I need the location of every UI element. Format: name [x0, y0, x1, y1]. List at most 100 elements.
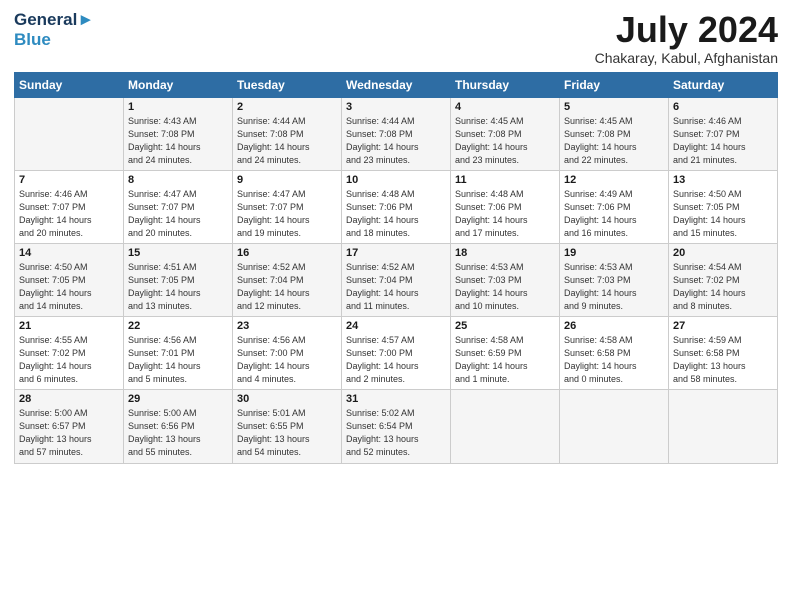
weekday-header-wednesday: Wednesday [342, 72, 451, 97]
day-number: 17 [346, 247, 446, 259]
day-info: Sunrise: 4:46 AM Sunset: 7:07 PM Dayligh… [673, 115, 773, 167]
day-info: Sunrise: 4:46 AM Sunset: 7:07 PM Dayligh… [19, 188, 119, 240]
day-cell: 26 Sunrise: 4:58 AM Sunset: 6:58 PM Dayli… [560, 317, 669, 390]
day-info: Sunrise: 4:51 AM Sunset: 7:05 PM Dayligh… [128, 261, 228, 313]
day-number: 31 [346, 393, 446, 405]
header: General► Blue July 2024 Chakaray, Kabul,… [14, 10, 778, 66]
day-info: Sunrise: 5:01 AM Sunset: 6:55 PM Dayligh… [237, 407, 337, 459]
day-info: Sunrise: 4:44 AM Sunset: 7:08 PM Dayligh… [237, 115, 337, 167]
day-number: 13 [673, 174, 773, 186]
day-info: Sunrise: 4:58 AM Sunset: 6:58 PM Dayligh… [564, 334, 664, 386]
day-cell: 10 Sunrise: 4:48 AM Sunset: 7:06 PM Dayli… [342, 170, 451, 243]
day-number: 26 [564, 320, 664, 332]
day-info: Sunrise: 4:56 AM Sunset: 7:00 PM Dayligh… [237, 334, 337, 386]
day-number: 12 [564, 174, 664, 186]
day-number: 28 [19, 393, 119, 405]
day-cell: 1 Sunrise: 4:43 AM Sunset: 7:08 PM Daylig… [124, 97, 233, 170]
day-cell: 25 Sunrise: 4:58 AM Sunset: 6:59 PM Dayli… [451, 317, 560, 390]
day-cell: 31 Sunrise: 5:02 AM Sunset: 6:54 PM Dayli… [342, 390, 451, 463]
day-number: 3 [346, 101, 446, 113]
week-row-0: 1 Sunrise: 4:43 AM Sunset: 7:08 PM Daylig… [15, 97, 778, 170]
day-info: Sunrise: 4:53 AM Sunset: 7:03 PM Dayligh… [564, 261, 664, 313]
day-cell [669, 390, 778, 463]
day-number: 20 [673, 247, 773, 259]
week-row-1: 7Sunrise: 4:46 AM Sunset: 7:07 PM Daylig… [15, 170, 778, 243]
day-info: Sunrise: 4:47 AM Sunset: 7:07 PM Dayligh… [237, 188, 337, 240]
day-cell: 8Sunrise: 4:47 AM Sunset: 7:07 PM Daylig… [124, 170, 233, 243]
day-cell [15, 97, 124, 170]
day-info: Sunrise: 4:50 AM Sunset: 7:05 PM Dayligh… [19, 261, 119, 313]
day-cell: 3 Sunrise: 4:44 AM Sunset: 7:08 PM Daylig… [342, 97, 451, 170]
day-number: 15 [128, 247, 228, 259]
day-cell: 7Sunrise: 4:46 AM Sunset: 7:07 PM Daylig… [15, 170, 124, 243]
day-number: 10 [346, 174, 446, 186]
day-cell: 30 Sunrise: 5:01 AM Sunset: 6:55 PM Dayli… [233, 390, 342, 463]
day-info: Sunrise: 5:02 AM Sunset: 6:54 PM Dayligh… [346, 407, 446, 459]
day-cell [451, 390, 560, 463]
day-cell: 19 Sunrise: 4:53 AM Sunset: 7:03 PM Dayli… [560, 243, 669, 316]
title-block: July 2024 Chakaray, Kabul, Afghanistan [595, 10, 778, 66]
day-info: Sunrise: 4:52 AM Sunset: 7:04 PM Dayligh… [346, 261, 446, 313]
day-number: 14 [19, 247, 119, 259]
day-info: Sunrise: 4:48 AM Sunset: 7:06 PM Dayligh… [346, 188, 446, 240]
day-number: 23 [237, 320, 337, 332]
day-info: Sunrise: 4:50 AM Sunset: 7:05 PM Dayligh… [673, 188, 773, 240]
weekday-header-saturday: Saturday [669, 72, 778, 97]
month-year: July 2024 [595, 10, 778, 50]
day-info: Sunrise: 4:53 AM Sunset: 7:03 PM Dayligh… [455, 261, 555, 313]
day-cell [560, 390, 669, 463]
weekday-header-friday: Friday [560, 72, 669, 97]
day-info: Sunrise: 4:57 AM Sunset: 7:00 PM Dayligh… [346, 334, 446, 386]
day-cell: 20 Sunrise: 4:54 AM Sunset: 7:02 PM Dayli… [669, 243, 778, 316]
day-number: 11 [455, 174, 555, 186]
day-cell: 12Sunrise: 4:49 AM Sunset: 7:06 PM Dayli… [560, 170, 669, 243]
day-cell: 29 Sunrise: 5:00 AM Sunset: 6:56 PM Dayli… [124, 390, 233, 463]
location: Chakaray, Kabul, Afghanistan [595, 50, 778, 66]
day-number: 19 [564, 247, 664, 259]
day-number: 25 [455, 320, 555, 332]
day-cell: 13 Sunrise: 4:50 AM Sunset: 7:05 PM Dayli… [669, 170, 778, 243]
day-number: 4 [455, 101, 555, 113]
day-cell: 27Sunrise: 4:59 AM Sunset: 6:58 PM Dayli… [669, 317, 778, 390]
day-number: 24 [346, 320, 446, 332]
day-number: 2 [237, 101, 337, 113]
day-info: Sunrise: 4:48 AM Sunset: 7:06 PM Dayligh… [455, 188, 555, 240]
day-info: Sunrise: 4:58 AM Sunset: 6:59 PM Dayligh… [455, 334, 555, 386]
day-number: 29 [128, 393, 228, 405]
weekday-header-thursday: Thursday [451, 72, 560, 97]
day-cell: 14 Sunrise: 4:50 AM Sunset: 7:05 PM Dayli… [15, 243, 124, 316]
day-info: Sunrise: 4:45 AM Sunset: 7:08 PM Dayligh… [455, 115, 555, 167]
day-info: Sunrise: 5:00 AM Sunset: 6:56 PM Dayligh… [128, 407, 228, 459]
week-row-4: 28Sunrise: 5:00 AM Sunset: 6:57 PM Dayli… [15, 390, 778, 463]
day-number: 6 [673, 101, 773, 113]
weekday-header-tuesday: Tuesday [233, 72, 342, 97]
day-cell: 9 Sunrise: 4:47 AM Sunset: 7:07 PM Daylig… [233, 170, 342, 243]
day-info: Sunrise: 4:43 AM Sunset: 7:08 PM Dayligh… [128, 115, 228, 167]
day-info: Sunrise: 4:47 AM Sunset: 7:07 PM Dayligh… [128, 188, 228, 240]
day-number: 5 [564, 101, 664, 113]
day-cell: 23 Sunrise: 4:56 AM Sunset: 7:00 PM Dayli… [233, 317, 342, 390]
day-cell: 18 Sunrise: 4:53 AM Sunset: 7:03 PM Dayli… [451, 243, 560, 316]
day-number: 1 [128, 101, 228, 113]
day-number: 18 [455, 247, 555, 259]
day-info: Sunrise: 4:54 AM Sunset: 7:02 PM Dayligh… [673, 261, 773, 313]
day-info: Sunrise: 4:44 AM Sunset: 7:08 PM Dayligh… [346, 115, 446, 167]
day-number: 30 [237, 393, 337, 405]
logo: General► Blue [14, 10, 94, 49]
day-number: 9 [237, 174, 337, 186]
day-number: 21 [19, 320, 119, 332]
weekday-header-sunday: Sunday [15, 72, 124, 97]
day-cell: 24 Sunrise: 4:57 AM Sunset: 7:00 PM Dayli… [342, 317, 451, 390]
logo-blue: Blue [14, 30, 94, 50]
day-cell: 21Sunrise: 4:55 AM Sunset: 7:02 PM Dayli… [15, 317, 124, 390]
day-cell: 16Sunrise: 4:52 AM Sunset: 7:04 PM Dayli… [233, 243, 342, 316]
day-info: Sunrise: 4:56 AM Sunset: 7:01 PM Dayligh… [128, 334, 228, 386]
logo-general: General► [14, 10, 94, 30]
day-cell: 5 Sunrise: 4:45 AM Sunset: 7:08 PM Daylig… [560, 97, 669, 170]
day-info: Sunrise: 4:45 AM Sunset: 7:08 PM Dayligh… [564, 115, 664, 167]
day-number: 22 [128, 320, 228, 332]
day-number: 16 [237, 247, 337, 259]
weekday-header-monday: Monday [124, 72, 233, 97]
week-row-3: 21Sunrise: 4:55 AM Sunset: 7:02 PM Dayli… [15, 317, 778, 390]
day-cell: 17 Sunrise: 4:52 AM Sunset: 7:04 PM Dayli… [342, 243, 451, 316]
